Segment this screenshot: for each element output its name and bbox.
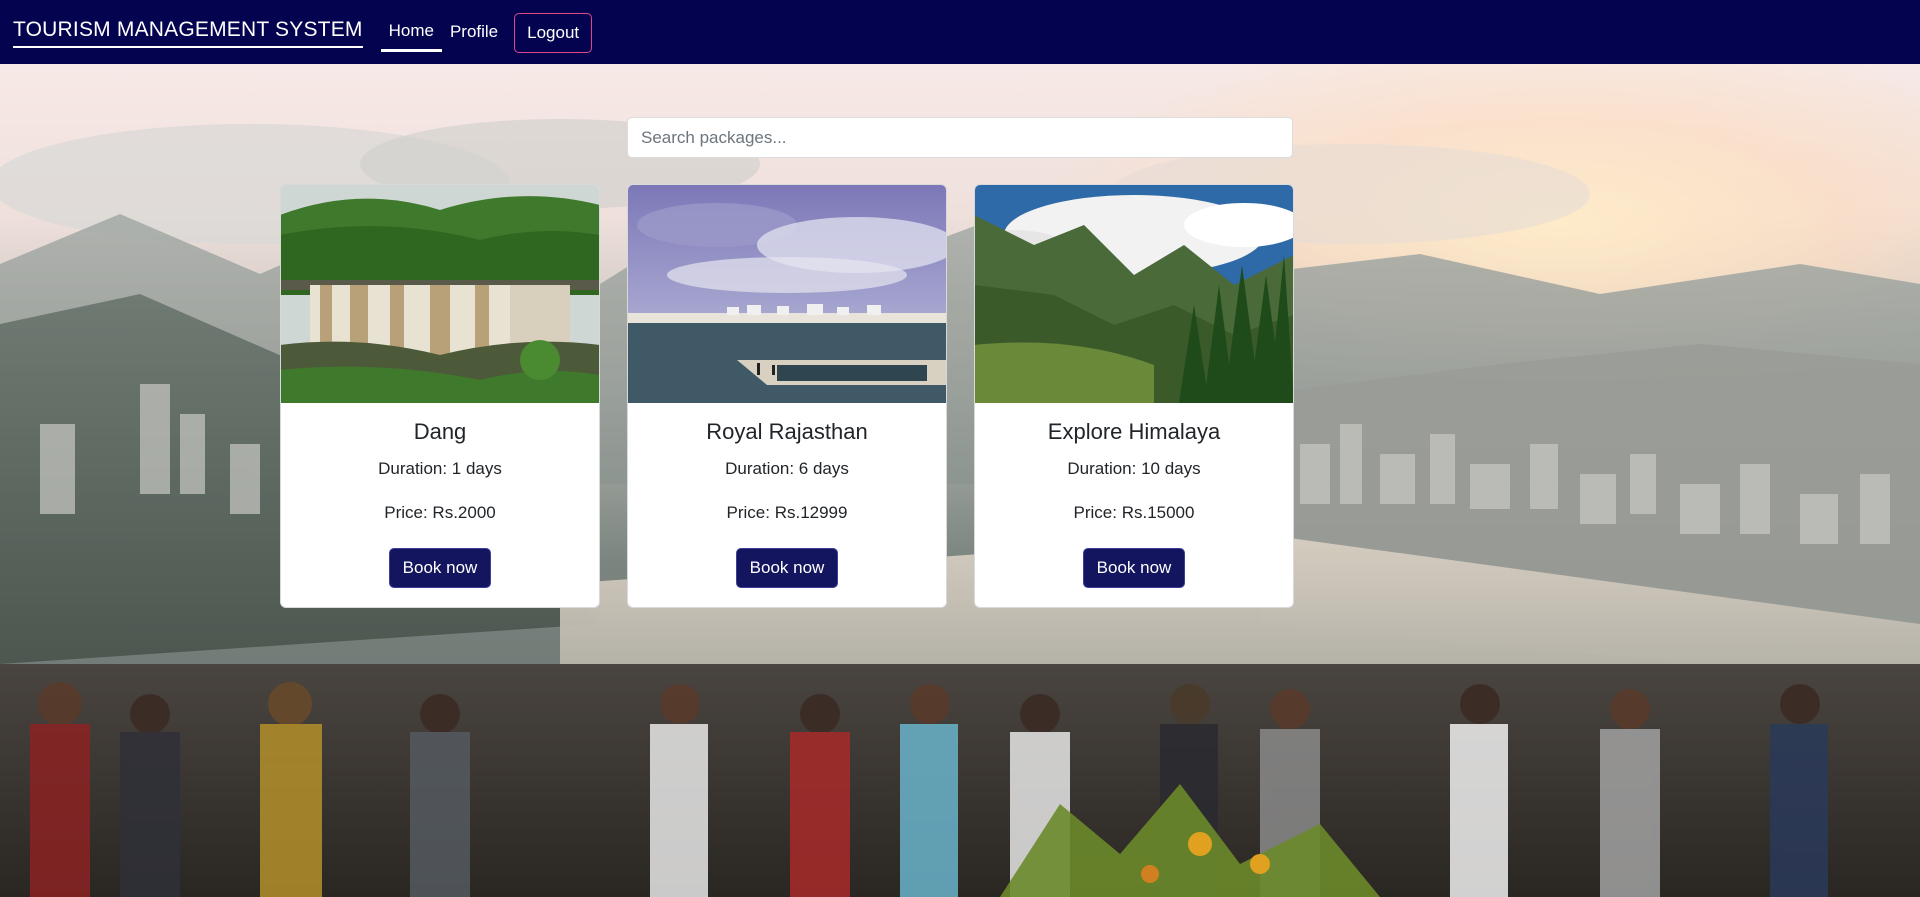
package-duration: Duration: 1 days: [378, 459, 502, 478]
package-image-waterfall: [281, 185, 599, 403]
book-now-button[interactable]: Book now: [1082, 548, 1186, 588]
nav-link-profile[interactable]: Profile: [442, 18, 506, 50]
package-image-lake: [628, 185, 946, 403]
package-image-mountains: [975, 185, 1293, 403]
package-list: Dang Duration: 1 days Price: Rs.2000 Boo…: [280, 184, 1294, 608]
navbar: TOURISM MANAGEMENT SYSTEM Home Profile L…: [0, 0, 1920, 64]
package-price: Price: Rs.12999: [726, 503, 848, 522]
package-card-royal-rajasthan: Royal Rajasthan Duration: 6 days Price: …: [627, 184, 947, 608]
brand-title[interactable]: TOURISM MANAGEMENT SYSTEM: [13, 18, 363, 48]
package-title: Royal Rajasthan: [706, 419, 868, 444]
package-title: Dang: [413, 419, 467, 444]
package-card-dang: Dang Duration: 1 days Price: Rs.2000 Boo…: [280, 184, 600, 608]
logout-button[interactable]: Logout: [514, 13, 593, 53]
package-duration: Duration: 6 days: [725, 459, 849, 478]
book-now-button[interactable]: Book now: [735, 548, 839, 588]
nav-link-home[interactable]: Home: [380, 17, 442, 52]
package-title: Explore Himalaya: [1047, 419, 1221, 444]
package-duration: Duration: 10 days: [1067, 459, 1201, 478]
package-price: Price: Rs.15000: [1073, 503, 1195, 522]
package-price: Price: Rs.2000: [384, 503, 496, 522]
book-now-button[interactable]: Book now: [388, 548, 492, 588]
package-card-explore-himalaya: Explore Himalaya Duration: 10 days Price…: [974, 184, 1294, 608]
search-input[interactable]: [627, 117, 1293, 158]
